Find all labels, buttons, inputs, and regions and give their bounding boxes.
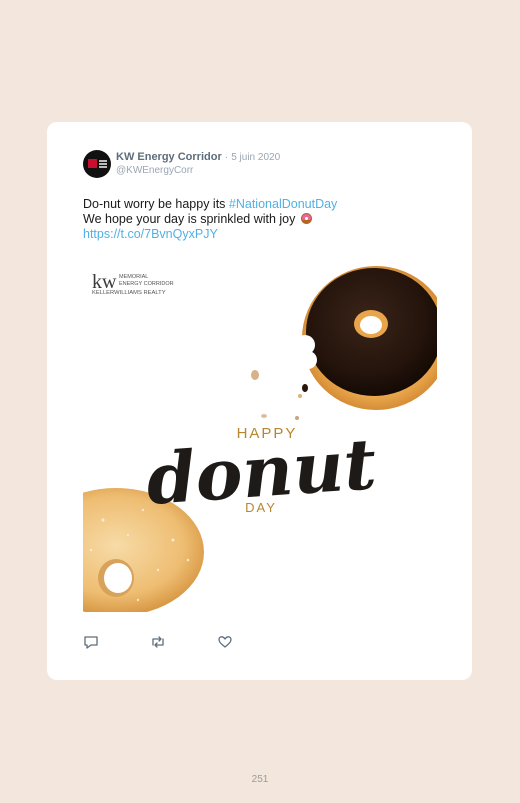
tweet-text-prefix: Do-nut worry be happy its [83,197,229,211]
tweet-text: Do-nut worry be happy its #NationalDonut… [83,197,413,242]
doughnut-emoji-icon [300,213,312,224]
retweet-icon[interactable] [150,634,166,650]
day-text: DAY [245,500,277,515]
author-row: KW Energy Corridor · 5 juin 2020 [116,151,280,163]
donut-crumbs [251,370,308,420]
author-handle[interactable]: @KWEnergyCorr [116,165,193,176]
logo-line-3: KELLERWILLIAMS REALTY [92,290,166,296]
hashtag-link[interactable]: #NationalDonutDay [229,197,337,211]
tweet-date[interactable]: 5 juin 2020 [231,152,280,163]
tweet-line-3: https://t.co/7BvnQyxPJY [83,227,413,242]
chocolate-donut [275,266,437,410]
kw-logo-mark [88,159,97,168]
tweet-line-1: Do-nut worry be happy its #NationalDonut… [83,197,413,212]
tweet-image[interactable]: kw MEMORIAL ENERGY CORRIDOR KELLERWILLIA… [83,260,437,612]
tweet-line-2: We hope your day is sprinkled with joy [83,212,413,227]
reply-icon[interactable] [83,634,99,650]
tweet-text-line2: We hope your day is sprinkled with joy [83,212,296,226]
avatar[interactable] [83,150,111,178]
separator-dot: · [224,152,229,163]
logo-line-1: MEMORIAL [119,274,148,280]
page-number: 251 [251,774,269,785]
tweet-actions [83,634,283,654]
avatar-text-lines [99,160,107,162]
tweet-card: KW Energy Corridor · 5 juin 2020 @KWEner… [47,122,472,680]
author-name[interactable]: KW Energy Corridor [116,151,222,163]
tweet-short-link[interactable]: https://t.co/7BvnQyxPJY [83,227,218,241]
donut-day-graphic: kw MEMORIAL ENERGY CORRIDOR KELLERWILLIA… [83,266,437,612]
logo-line-2: ENERGY CORRIDOR [119,281,174,287]
company-logo: kw MEMORIAL ENERGY CORRIDOR KELLERWILLIA… [92,271,174,296]
heart-icon[interactable] [217,634,233,650]
